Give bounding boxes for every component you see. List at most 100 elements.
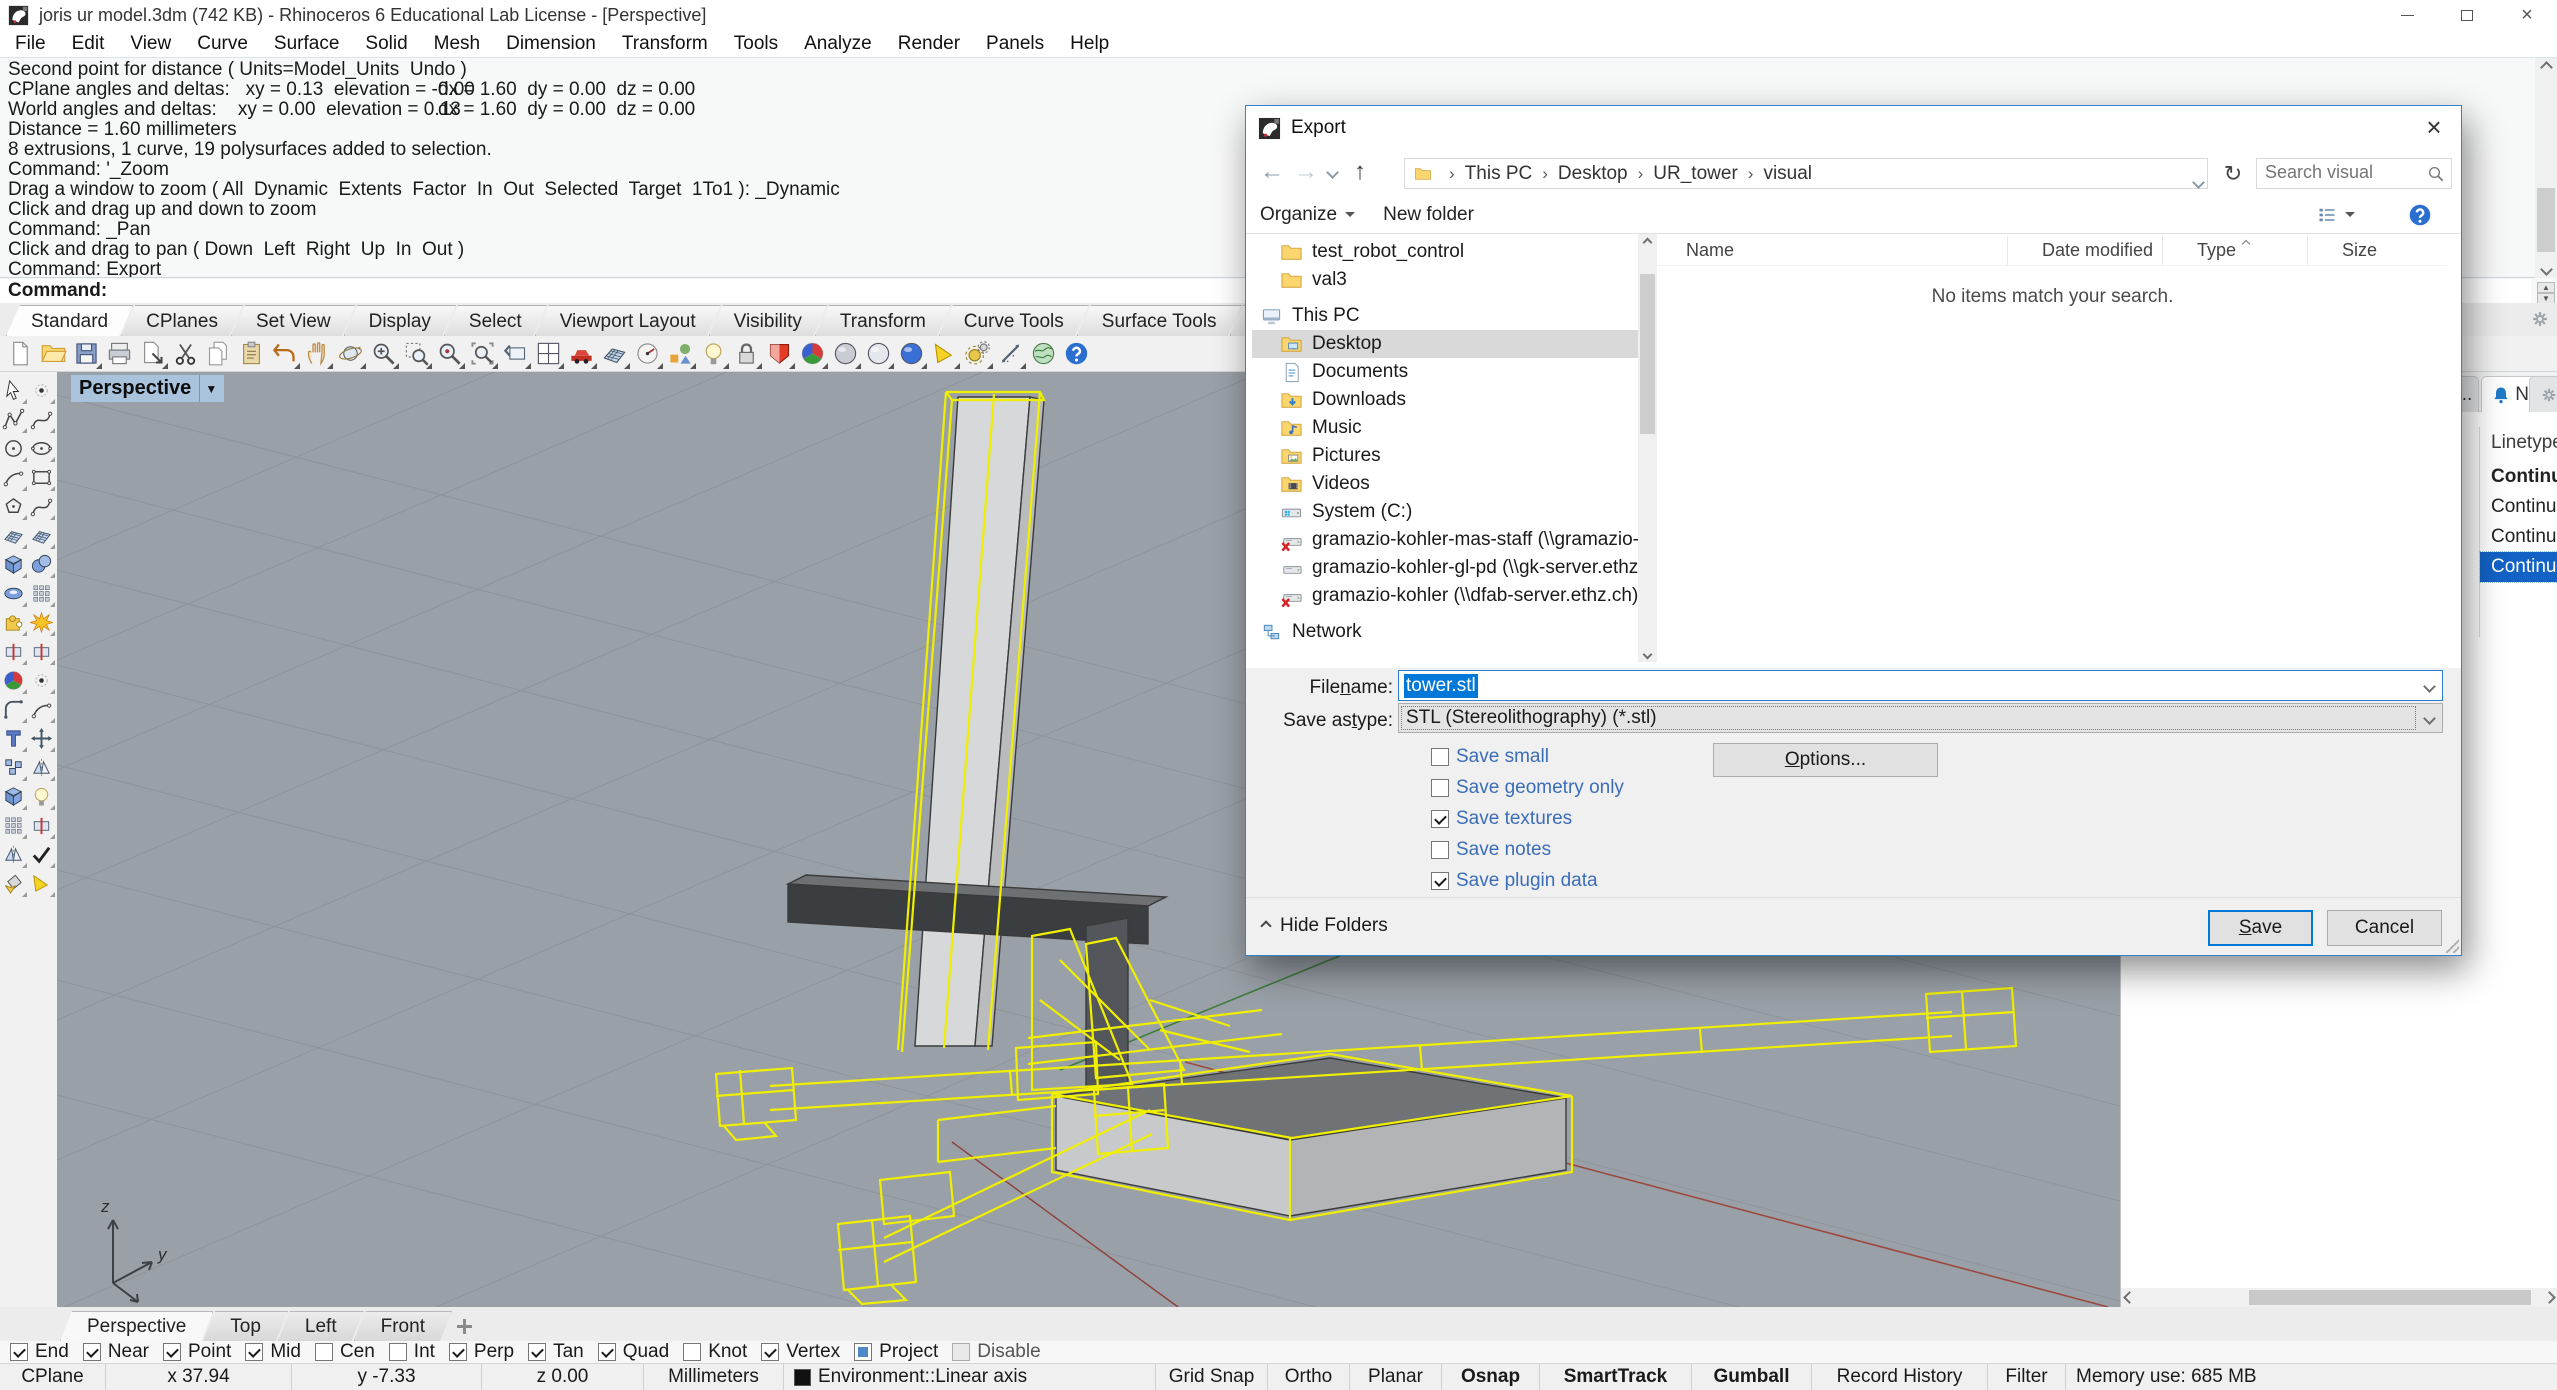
explode-icon[interactable]: [28, 608, 55, 637]
refresh-button[interactable]: ↻: [2218, 158, 2248, 189]
lock-objects-icon[interactable]: [730, 338, 763, 370]
scrollbar-thumb[interactable]: [1640, 274, 1655, 434]
surface-plane-icon[interactable]: [0, 521, 27, 550]
cut-icon[interactable]: [169, 338, 202, 370]
viewport-title[interactable]: Perspective ▼: [71, 375, 224, 402]
blocks-icon[interactable]: [0, 753, 27, 782]
checkbox-save-textures[interactable]: Save textures: [1431, 808, 1624, 830]
paste-icon[interactable]: [235, 338, 268, 370]
toolbar-tab-curve-tools[interactable]: Curve Tools: [939, 305, 1089, 336]
ghosted-sphere-icon[interactable]: [862, 338, 895, 370]
menu-item-analyze[interactable]: Analyze: [791, 33, 885, 55]
trim-icon[interactable]: [0, 637, 27, 666]
color-blend-icon[interactable]: [0, 666, 27, 695]
scrollbar-thumb[interactable]: [2537, 188, 2555, 252]
checkbox-box[interactable]: [315, 1343, 333, 1361]
checkbox-box[interactable]: [1431, 841, 1449, 859]
menu-item-dimension[interactable]: Dimension: [493, 33, 609, 55]
checkbox-box[interactable]: [598, 1343, 616, 1361]
nav-item-pictures[interactable]: Pictures: [1252, 442, 1638, 470]
status-planar[interactable]: Planar: [1350, 1364, 1442, 1390]
sphere-solid-icon[interactable]: [28, 550, 55, 579]
checkbox-save-notes[interactable]: Save notes: [1431, 839, 1624, 861]
viewport-tab-perspective[interactable]: Perspective: [60, 1311, 213, 1341]
nav-item-test-robot-control[interactable]: test_robot_control: [1252, 238, 1638, 266]
object-shapes-icon[interactable]: [664, 338, 697, 370]
maximize-button[interactable]: [2437, 0, 2497, 30]
status-millimeters[interactable]: Millimeters: [644, 1364, 784, 1390]
breadcrumb-segment-visual[interactable]: visual: [1763, 163, 1812, 184]
scroll-right-icon[interactable]: [2543, 1291, 2556, 1304]
open-file-icon[interactable]: [37, 338, 70, 370]
cplane-icon[interactable]: [598, 338, 631, 370]
print-icon[interactable]: [103, 338, 136, 370]
lamp-icon[interactable]: [697, 338, 730, 370]
zoom-extents-icon[interactable]: [466, 338, 499, 370]
checkbox-save-small[interactable]: Save small: [1431, 746, 1624, 768]
scroll-up-icon[interactable]: [2535, 58, 2557, 76]
osnap-disable[interactable]: Disable: [952, 1341, 1040, 1363]
surface-grid-icon[interactable]: [28, 579, 55, 608]
point-cloud-icon[interactable]: [28, 666, 55, 695]
checkbox-box[interactable]: [683, 1343, 701, 1361]
search-box[interactable]: [2256, 158, 2452, 189]
move-icon[interactable]: [28, 724, 55, 753]
nav-item-downloads[interactable]: Downloads: [1252, 386, 1638, 414]
toolbar-tab-surface-tools[interactable]: Surface Tools: [1077, 305, 1242, 336]
checkbox-box[interactable]: [528, 1343, 546, 1361]
column-header-name[interactable]: Name: [1658, 236, 2008, 265]
copy-icon[interactable]: [202, 338, 235, 370]
dropdown-chevron-icon[interactable]: [2423, 712, 2436, 725]
control-point-curve-icon[interactable]: [28, 405, 55, 434]
zoom-dynamic-icon[interactable]: [367, 338, 400, 370]
checkbox-box[interactable]: [1431, 748, 1449, 766]
toolbar-tab-display[interactable]: Display: [344, 305, 456, 336]
point-icon[interactable]: [28, 376, 55, 405]
rendered-sphere-icon[interactable]: [895, 338, 928, 370]
resize-grip[interactable]: [2445, 939, 2459, 953]
nav-item-videos[interactable]: Videos: [1252, 470, 1638, 498]
check-selection-icon[interactable]: [28, 840, 55, 869]
help-icon[interactable]: [1060, 338, 1093, 370]
checkbox-save-plugin-data[interactable]: Save plugin data: [1431, 870, 1624, 892]
status-grid-snap[interactable]: Grid Snap: [1156, 1364, 1268, 1390]
status-smarttrack[interactable]: SmartTrack: [1540, 1364, 1692, 1390]
command-area-spinner[interactable]: ▲ ▼: [2537, 282, 2555, 304]
status-ortho[interactable]: Ortho: [1268, 1364, 1350, 1390]
osnap-perp[interactable]: Perp: [449, 1341, 514, 1363]
cancel-button[interactable]: Cancel: [2327, 910, 2442, 946]
status-osnap[interactable]: Osnap: [1442, 1364, 1540, 1390]
checkbox-box[interactable]: [952, 1343, 970, 1361]
hide-folders-button[interactable]: Hide Folders: [1262, 915, 1388, 937]
dialog-close-button[interactable]: ×: [2415, 110, 2453, 144]
recent-locations-chevron-icon[interactable]: [1322, 156, 1342, 188]
save-file-icon[interactable]: [70, 338, 103, 370]
checkbox-save-geometry-only[interactable]: Save geometry only: [1431, 777, 1624, 799]
osnap-project[interactable]: Project: [854, 1341, 938, 1363]
command-scrollbar[interactable]: [2535, 58, 2557, 278]
column-header-size[interactable]: Size: [2308, 236, 2423, 265]
linetype-column-header[interactable]: Linetype: [2491, 432, 2557, 454]
menu-item-edit[interactable]: Edit: [59, 33, 118, 55]
menu-item-curve[interactable]: Curve: [184, 33, 261, 55]
nav-item-gramazio-kohler-gl-pd[interactable]: gramazio-kohler-gl-pd (\\gk-server.ethz.…: [1252, 554, 1638, 582]
scroll-up-icon[interactable]: [1638, 234, 1657, 250]
array-icon[interactable]: [0, 811, 27, 840]
menu-item-transform[interactable]: Transform: [609, 33, 721, 55]
viewport-tab-left[interactable]: Left: [278, 1311, 364, 1341]
file-name-input[interactable]: tower.stl: [1398, 670, 2443, 701]
breadcrumb-segment-ur-tower[interactable]: UR_tower: [1653, 163, 1737, 184]
panel-horizontal-scrollbar[interactable]: [2121, 1288, 2557, 1307]
notification-flag-icon[interactable]: [928, 338, 961, 370]
change-view-button[interactable]: [2303, 205, 2369, 225]
search-input[interactable]: [2257, 159, 2417, 186]
circle-center-icon[interactable]: [631, 338, 664, 370]
options-gears-icon[interactable]: [961, 338, 994, 370]
menu-item-solid[interactable]: Solid: [352, 33, 420, 55]
menu-item-view[interactable]: View: [117, 33, 184, 55]
menu-item-help[interactable]: Help: [1057, 33, 1122, 55]
ellipse-icon[interactable]: [28, 434, 55, 463]
display-mode-icon[interactable]: [763, 338, 796, 370]
panel-tab-settings[interactable]: [2529, 376, 2557, 412]
checkbox-box[interactable]: [1431, 810, 1449, 828]
